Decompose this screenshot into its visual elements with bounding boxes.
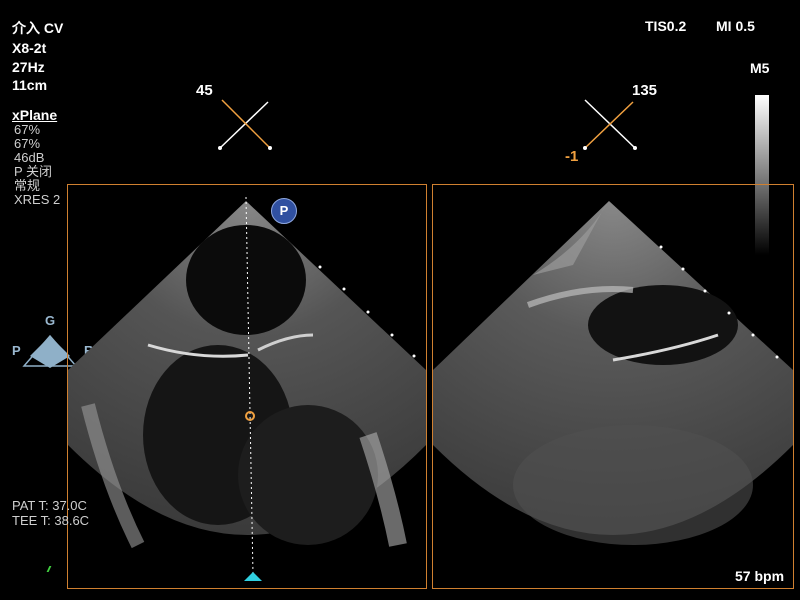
depth-label: 11cm (12, 77, 48, 93)
orientation-top: G (45, 313, 56, 328)
tee-temp: TEE T: 38.6C (12, 513, 90, 528)
mi-value: MI 0.5 (716, 18, 755, 34)
setting-line: 67% (14, 122, 41, 137)
right-ultrasound-image (433, 201, 793, 545)
setting-line: 67% (14, 136, 41, 151)
setting-line: 46dB (14, 150, 45, 165)
heart-rate: 57 bpm (735, 568, 785, 584)
p-marker-icon[interactable]: P (271, 198, 297, 224)
patient-temp: PAT T: 37.0C (12, 498, 87, 513)
xplane-title: xPlane (12, 107, 58, 123)
ecg-marker-icon (46, 566, 56, 572)
setting-line: 常规 (14, 178, 41, 193)
frame-rate: 27Hz (12, 59, 45, 75)
orientation-left: P (12, 343, 21, 358)
setting-line: XRES 2 (14, 192, 61, 207)
mode-label: 介入 CV (12, 20, 64, 36)
left-image-panel[interactable] (67, 184, 427, 589)
plane-cross-icon (218, 99, 272, 150)
setting-line: P 关闭 (14, 164, 53, 179)
probe-label: X8-2t (12, 40, 47, 56)
tis-value: TIS0.2 (645, 18, 687, 34)
map-label: M5 (750, 60, 770, 76)
plane-cross-icon (583, 99, 637, 150)
left-ultrasound-image (68, 196, 426, 581)
right-image-panel[interactable] (432, 184, 794, 589)
